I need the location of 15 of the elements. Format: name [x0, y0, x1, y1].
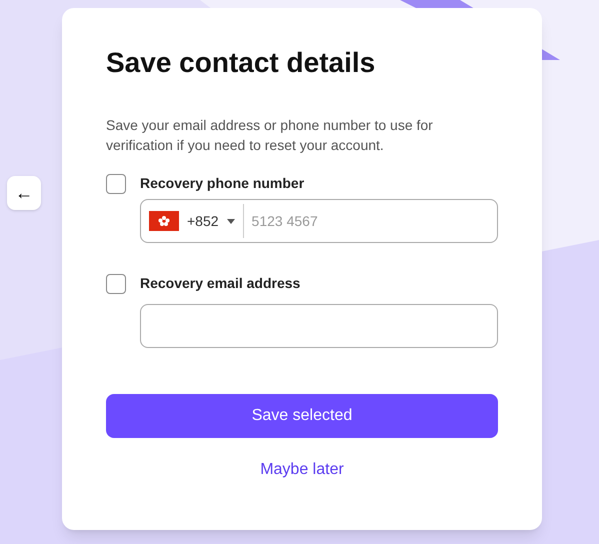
email-field[interactable]	[140, 304, 498, 348]
save-selected-button[interactable]: Save selected	[106, 394, 498, 438]
caret-icon[interactable]	[226, 218, 235, 224]
option-label: Recovery phone number	[140, 174, 304, 193]
checkbox[interactable]	[106, 174, 126, 194]
description-text: Save your email address or phone number to use for verification if you need to reset your account.	[106, 116, 434, 155]
phone-number-field[interactable]: +852 5123 4567	[140, 199, 498, 243]
country-code[interactable]: +852	[187, 210, 219, 232]
flag-icon	[149, 211, 179, 231]
phone-input[interactable]: 5123 4567	[244, 200, 497, 242]
option-label: Recovery email address	[140, 274, 300, 293]
dialog-title: Save contact details	[106, 46, 376, 80]
maybe-later-link[interactable]: Maybe later	[260, 458, 344, 482]
checkbox[interactable]	[106, 274, 126, 294]
back-button[interactable]: ←	[7, 176, 41, 210]
